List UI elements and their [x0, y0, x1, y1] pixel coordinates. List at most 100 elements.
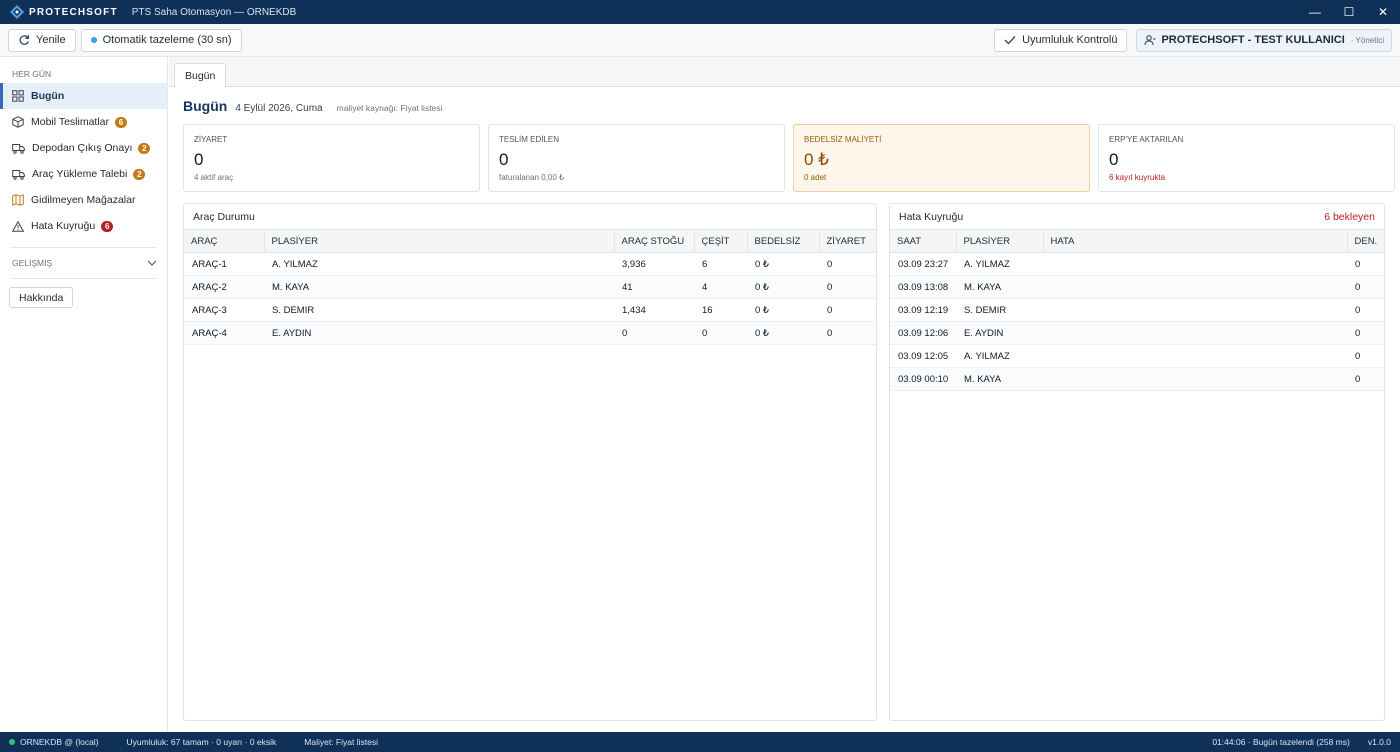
- table-cell: M. KAYA: [264, 275, 614, 299]
- table-row[interactable]: 03.09 12:05 A. YILMAZ 0: [890, 344, 1384, 368]
- title-bar: PROTECHSOFT PTS Saha Otomasyon — ORNEKDB…: [0, 0, 1400, 24]
- column-header[interactable]: DEN.: [1347, 229, 1384, 253]
- db-status: ORNEKDB @ (local): [20, 737, 99, 747]
- page-header: Bugün 4 Eylül 2026, Cuma maliyet kaynağı…: [183, 98, 442, 114]
- table-cell: 16: [694, 298, 747, 322]
- table-cell: [1043, 321, 1347, 345]
- brand-name: PROTECHSOFT: [29, 6, 118, 18]
- user-icon: [1144, 34, 1156, 45]
- column-header[interactable]: ARAÇ STOĞU: [614, 229, 695, 253]
- table-cell: E. AYDIN: [956, 321, 1043, 345]
- count-badge: 2: [138, 142, 151, 154]
- count-badge: 6: [101, 220, 114, 232]
- table-cell: 0 ₺: [747, 252, 819, 276]
- sidebar-item-label: Depodan Çıkış Onayı: [32, 142, 133, 154]
- count-badge: 2: [133, 168, 146, 180]
- column-header[interactable]: ZİYARET: [819, 229, 876, 253]
- card-label: ERP'YE AKTARILAN: [1109, 135, 1184, 144]
- tab-today[interactable]: Bugün: [174, 63, 227, 87]
- card-label: TESLİM EDİLEN: [499, 135, 560, 144]
- table-cell: 0: [694, 321, 747, 345]
- sidebar-item-warehouse-exit[interactable]: Depodan Çıkış Onayı 2: [0, 135, 167, 161]
- sidebar-advanced-toggle[interactable]: GELİŞMİŞ: [0, 248, 167, 278]
- window-title: PTS Saha Otomasyon — ORNEKDB: [131, 6, 297, 18]
- table-row[interactable]: 03.09 13:08 M. KAYA 0: [890, 275, 1384, 299]
- table-cell: 0 ₺: [747, 321, 819, 345]
- card-subtext: faturalanan 0,00 ₺: [499, 173, 565, 182]
- table-cell: 41: [614, 275, 694, 299]
- table-cell: ARAÇ-4: [184, 321, 264, 345]
- page-title: Bugün: [183, 98, 228, 114]
- error-queue-panel: Hata Kuyruğu 6 bekleyen SAAT PLASİYER HA…: [889, 203, 1385, 721]
- card-label: BEDELSİZ MALİYETİ: [804, 135, 882, 144]
- table-row[interactable]: 03.09 23:27 A. YILMAZ 0: [890, 252, 1384, 276]
- today-pane: Bugün 4 Eylül 2026, Cuma maliyet kaynağı…: [169, 87, 1400, 732]
- column-header[interactable]: PLASİYER: [956, 229, 1044, 253]
- table-cell: A. YILMAZ: [956, 252, 1043, 276]
- compliance-check-label: Uyumluluk Kontrolü: [1022, 34, 1118, 46]
- refresh-button[interactable]: Yenile: [8, 28, 76, 52]
- diamond-logo-icon: [10, 5, 24, 19]
- table-cell: 03.09 23:27: [890, 252, 956, 276]
- sidebar-item-unvisited-stores[interactable]: Gidilmeyen Mağazalar: [0, 187, 167, 213]
- box-icon: [12, 116, 24, 128]
- sidebar-item-today[interactable]: Bugün: [0, 83, 167, 109]
- column-header[interactable]: ARAÇ: [184, 229, 265, 253]
- card-subtext: 6 kayıt kuyrukta: [1109, 173, 1166, 182]
- table-cell: 0: [1347, 275, 1384, 299]
- auto-refresh-toggle[interactable]: Otomatik tazeleme (30 sn): [80, 28, 242, 52]
- auto-refresh-dot-icon: [90, 37, 97, 43]
- cost-source: maliyet kaynağı: Fiyat listesi: [336, 103, 443, 113]
- compliance-status: Uyumluluk: 67 tamam · 0 uyarı · 0 eksik: [126, 737, 277, 747]
- table-row[interactable]: ARAÇ-1 A. YILMAZ 3,936 6 0 ₺ 0: [184, 252, 876, 276]
- truck-out-icon: [12, 143, 25, 154]
- table-cell: 03.09 13:08: [890, 275, 956, 299]
- table-cell: 03.09 12:06: [890, 321, 956, 345]
- vehicle-status-title: Araç Durumu: [193, 210, 255, 223]
- check-icon: [1004, 36, 1016, 45]
- table-cell: 0 ₺: [747, 275, 819, 299]
- table-cell: 0: [819, 275, 876, 299]
- column-header[interactable]: HATA: [1043, 229, 1348, 253]
- table-cell: ARAÇ-3: [184, 298, 264, 322]
- table-row[interactable]: ARAÇ-3 S. DEMIR 1,434 16 0 ₺ 0: [184, 298, 876, 322]
- maximize-button[interactable]: ☐: [1332, 0, 1366, 24]
- table-cell: A. YILMAZ: [956, 344, 1043, 368]
- error-queue-table: SAAT PLASİYER HATA DEN. 03.09 23:27 A. Y…: [890, 229, 1384, 391]
- toolbar: Yenile Otomatik tazeleme (30 sn) Uyumlul…: [0, 24, 1400, 57]
- sidebar-item-vehicle-loading[interactable]: Araç Yükleme Talebi 2: [0, 161, 167, 187]
- tab-strip: Bugün: [169, 57, 1400, 87]
- table-row[interactable]: 03.09 12:19 S. DEMIR 0: [890, 298, 1384, 322]
- user-menu-button[interactable]: PROTECHSOFT - TEST KULLANICI · Yönetici: [1136, 28, 1392, 52]
- visit-card: ZİYARET 0 4 aktif araç: [183, 124, 480, 192]
- map-icon: [12, 194, 24, 206]
- minimize-button[interactable]: —: [1298, 0, 1332, 24]
- table-row[interactable]: 03.09 00:10 M. KAYA 0: [890, 367, 1384, 391]
- sidebar-section-label: HER GÜN: [12, 69, 52, 79]
- table-header-row: SAAT PLASİYER HATA DEN.: [890, 229, 1384, 253]
- table-row[interactable]: ARAÇ-4 E. AYDIN 0 0 0 ₺ 0: [184, 321, 876, 345]
- table-cell: [1043, 367, 1347, 391]
- column-header[interactable]: ÇEŞİT: [694, 229, 748, 253]
- column-header[interactable]: PLASİYER: [264, 229, 615, 253]
- table-cell: 03.09 12:19: [890, 298, 956, 322]
- close-button[interactable]: ✕: [1366, 0, 1400, 24]
- compliance-check-button[interactable]: Uyumluluk Kontrolü: [994, 28, 1128, 52]
- column-header[interactable]: SAAT: [890, 229, 957, 253]
- sidebar-item-mobile-deliveries[interactable]: Mobil Teslimatlar 6: [0, 109, 167, 135]
- error-queue-title: Hata Kuyruğu: [899, 210, 964, 223]
- card-value: 0: [1109, 150, 1119, 169]
- table-row[interactable]: 03.09 12:06 E. AYDIN 0: [890, 321, 1384, 345]
- about-button[interactable]: Hakkında: [9, 287, 74, 308]
- table-cell: [1043, 252, 1347, 276]
- sidebar-item-label: Mobil Teslimatlar: [31, 116, 109, 128]
- column-header[interactable]: BEDELSİZ: [747, 229, 820, 253]
- table-cell: 0 ₺: [747, 298, 819, 322]
- table-row[interactable]: ARAÇ-2 M. KAYA 41 4 0 ₺ 0: [184, 275, 876, 299]
- table-cell: 03.09 00:10: [890, 367, 956, 391]
- table-cell: ARAÇ-1: [184, 252, 264, 276]
- sidebar-item-error-queue[interactable]: Hata Kuyruğu 6: [0, 213, 167, 239]
- table-cell: 0: [819, 298, 876, 322]
- table-cell: 3,936: [614, 252, 694, 276]
- card-subtext: 0 adet: [804, 173, 827, 182]
